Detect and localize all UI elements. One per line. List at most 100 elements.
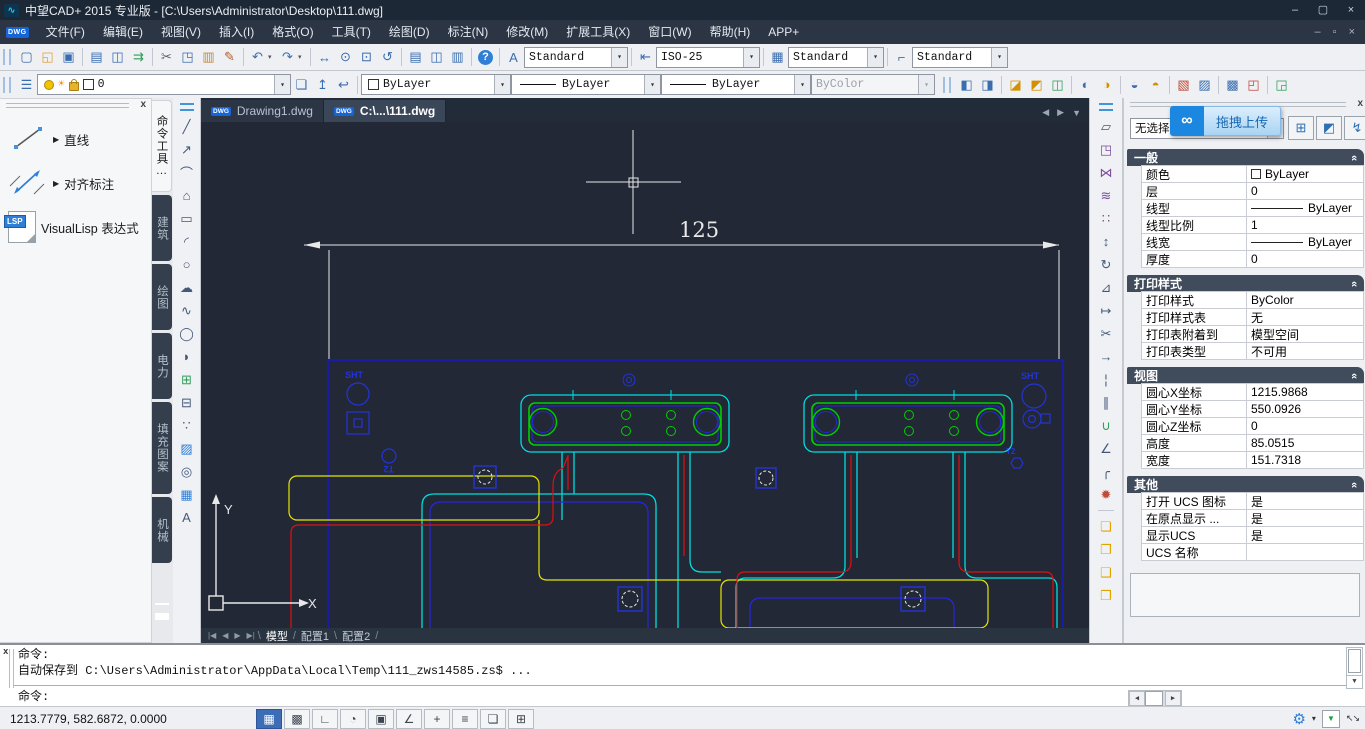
cut-icon[interactable]: ✂ — [156, 47, 177, 67]
palette-tab-2[interactable]: 建筑 — [152, 195, 172, 261]
make-layer-current-icon[interactable]: ↥ — [312, 75, 333, 95]
layer-unisolate-icon[interactable]: ◫ — [1047, 75, 1068, 95]
linetype-combo[interactable]: ByLayer ▾ — [511, 74, 661, 95]
fillet-icon[interactable]: ╭ — [1095, 460, 1117, 483]
toolbar-grip[interactable] — [180, 103, 194, 111]
help-icon[interactable]: ? — [478, 50, 493, 65]
layer-isolate-icon[interactable]: ◩ — [1026, 75, 1047, 95]
drag-upload-button[interactable]: ∞ 拖拽上传 — [1170, 106, 1281, 136]
properties-close-icon[interactable]: x — [1357, 99, 1363, 109]
palette-tab-5[interactable]: 填充图案 — [152, 402, 172, 494]
text-style-icon[interactable]: A — [503, 47, 524, 67]
property-value[interactable]: 是 — [1247, 493, 1363, 510]
property-value[interactable]: 1215.9868 — [1247, 385, 1363, 399]
next-layout-button[interactable]: ▶ — [231, 631, 243, 640]
lwt-toggle[interactable]: ≡ — [452, 709, 478, 729]
property-value[interactable]: 不可用 — [1247, 343, 1363, 360]
line-icon[interactable]: ╱ — [176, 115, 198, 138]
copy-to-new-layer-icon[interactable]: ◪ — [1005, 75, 1026, 95]
menu-item-draw[interactable]: 绘图(D) — [380, 20, 439, 44]
palette-tab-1[interactable]: 命令工具… — [152, 100, 172, 192]
send-below-icon[interactable]: ❒ — [1095, 584, 1117, 607]
command-line-window[interactable]: x 命令: 自动保存到 C:\Users\Administrator\AppDa… — [0, 643, 1365, 708]
tab-scroll-left-button[interactable]: ◀ — [1042, 107, 1049, 118]
revision-cloud-icon[interactable]: ☁ — [176, 276, 198, 299]
menu-item-modify[interactable]: 修改(M) — [497, 20, 557, 44]
menu-item-tools[interactable]: 工具(T) — [323, 20, 380, 44]
send-to-back-icon[interactable]: ❐ — [1095, 538, 1117, 561]
otrack-toggle[interactable]: ∠ — [396, 709, 422, 729]
layer-combo[interactable]: ☀ 0 ▾ — [37, 74, 291, 95]
circle-icon[interactable]: ○ — [176, 253, 198, 276]
property-value[interactable]: 无 — [1247, 309, 1363, 326]
chamfer-icon[interactable]: ∠ — [1095, 437, 1117, 460]
command-prompt[interactable]: 命令: — [18, 689, 49, 705]
palette-item-aligned-dimension[interactable]: ▶ 对齐标注 — [0, 161, 151, 205]
fullscreen-icon[interactable]: ↖↘ — [1346, 713, 1359, 724]
section-header[interactable]: 一般« — [1127, 149, 1364, 166]
layer-states-icon[interactable]: ❏ — [291, 75, 312, 95]
document-tab-1[interactable]: DWGDrawing1.dwg — [201, 100, 324, 122]
toolbar-grip[interactable] — [943, 77, 951, 93]
palette-close-icon[interactable]: x — [140, 100, 146, 110]
menu-item-file[interactable]: 文件(F) — [37, 20, 94, 44]
gear-icon[interactable]: ⚙ — [1292, 710, 1305, 728]
break-at-point-icon[interactable]: ¦ — [1095, 368, 1117, 391]
palette-tab-6[interactable]: 机械 — [152, 497, 172, 563]
trim-icon[interactable]: ✂ — [1095, 322, 1117, 345]
spline-icon[interactable]: ∿ — [176, 299, 198, 322]
change-to-current-layer-icon[interactable]: ◨ — [977, 75, 998, 95]
drawing-canvas[interactable]: 125 SHT T2 SHT — [201, 122, 1089, 628]
command-dock-grip[interactable] — [9, 649, 14, 688]
layer-merge-icon[interactable]: ▩ — [1222, 75, 1243, 95]
multileader-style-combo[interactable]: Standard▾ — [912, 47, 1008, 68]
menu-item-help[interactable]: 帮助(H) — [701, 20, 760, 44]
rotate-icon[interactable]: ↻ — [1095, 253, 1117, 276]
command-vertical-scrollbar[interactable]: ▼ — [1346, 647, 1363, 689]
ellipse-arc-icon[interactable]: ◗ — [176, 345, 198, 368]
tab-list-button[interactable]: ▼ — [1072, 108, 1081, 118]
polygon-icon[interactable]: ⌂ — [176, 184, 198, 207]
undo-icon[interactable]: ↶ — [247, 47, 268, 67]
close-button[interactable]: × — [1337, 0, 1365, 20]
extend-icon[interactable]: → — [1095, 345, 1117, 368]
copy-object-icon[interactable]: ◳ — [1095, 138, 1117, 161]
mdi-close-button[interactable]: × — [1349, 26, 1355, 38]
section-header[interactable]: 其他« — [1127, 476, 1364, 493]
vports-toggle[interactable]: ⊞ — [508, 709, 534, 729]
layer-previous-icon[interactable]: ↩ — [333, 75, 354, 95]
toggle-pickadd-button[interactable]: ↯ — [1344, 116, 1365, 140]
property-value[interactable]: 1 — [1247, 218, 1363, 232]
layer-unlock-icon[interactable]: ▨ — [1194, 75, 1215, 95]
menu-item-window[interactable]: 窗口(W) — [639, 20, 700, 44]
property-value[interactable]: ByLayer — [1247, 201, 1363, 215]
command-close-icon[interactable]: x — [3, 647, 8, 657]
polar-toggle[interactable]: ◔ — [340, 709, 366, 729]
layer-delete-icon[interactable]: ◰ — [1243, 75, 1264, 95]
collapse-chevron-icon[interactable]: « — [1348, 481, 1360, 487]
lineweight-combo[interactable]: ByLayer ▾ — [661, 74, 811, 95]
annotation-scale-button[interactable]: ▼ — [1322, 710, 1340, 728]
model-toggle[interactable]: ❏ — [480, 709, 506, 729]
scrollbar-thumb[interactable] — [1145, 691, 1163, 706]
zoom-window-icon[interactable]: ⊡ — [356, 47, 377, 67]
menu-item-edit[interactable]: 编辑(E) — [94, 20, 152, 44]
pan-icon[interactable]: ↔ — [314, 47, 335, 67]
tool-palettes-icon[interactable]: ▥ — [447, 47, 468, 67]
layout-tab-配置1[interactable]: 配置1 — [296, 628, 334, 644]
toolbar-grip[interactable] — [1099, 103, 1113, 111]
property-value[interactable]: 151.7318 — [1247, 453, 1363, 467]
command-horizontal-scrollbar[interactable]: ◀ ▶ — [1128, 690, 1182, 707]
layer-walk-icon[interactable]: ◲ — [1271, 75, 1292, 95]
insert-block-icon[interactable]: ⊞ — [176, 368, 198, 391]
open-folder-icon[interactable]: ◱ — [37, 47, 58, 67]
hatch-icon[interactable]: ▨ — [176, 437, 198, 460]
mdi-restore-button[interactable]: ▫ — [1333, 26, 1337, 38]
paste-icon[interactable]: ▥ — [198, 47, 219, 67]
scroll-right-icon[interactable]: ▶ — [1165, 691, 1181, 706]
table-icon[interactable]: ▦ — [176, 483, 198, 506]
rectangle-icon[interactable]: ▭ — [176, 207, 198, 230]
menu-item-express[interactable]: 扩展工具(X) — [557, 20, 639, 44]
scroll-left-icon[interactable]: ◀ — [1129, 691, 1145, 706]
scroll-down-icon[interactable]: ▼ — [1347, 675, 1362, 688]
